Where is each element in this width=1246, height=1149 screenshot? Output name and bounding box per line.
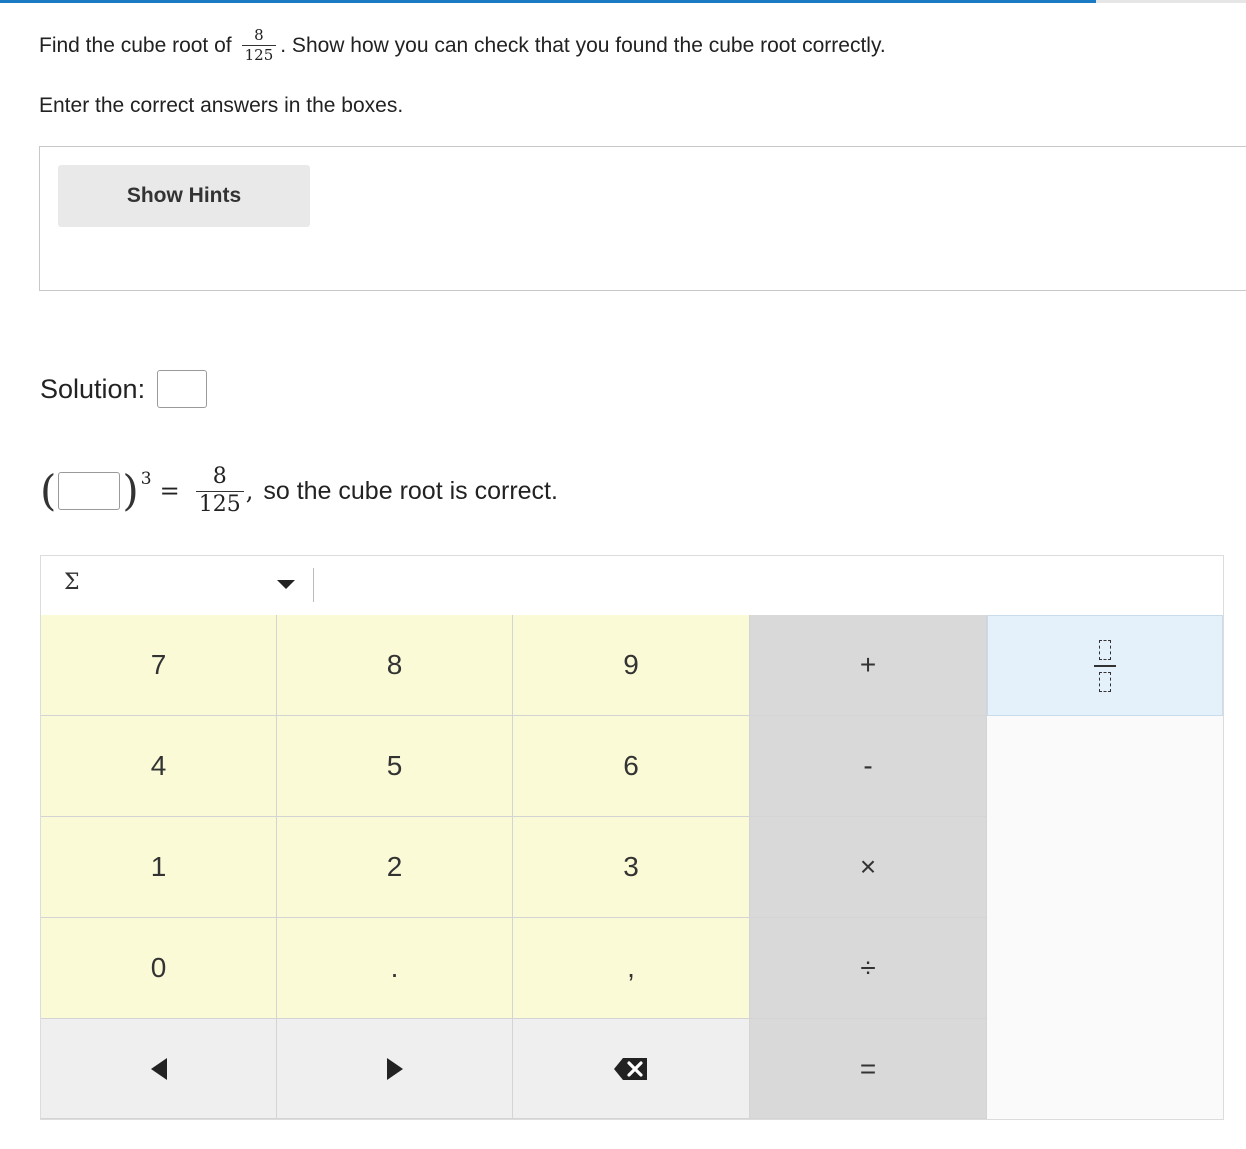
math-keypad: Σ 7 8 9 + 4 5 6 - 1 2 3 × 0 . , ÷ =: [40, 555, 1224, 1120]
solution-answer-box[interactable]: [157, 370, 208, 408]
key-divide[interactable]: ÷: [750, 918, 987, 1019]
key-times[interactable]: ×: [750, 817, 987, 918]
key-decimal[interactable]: .: [277, 918, 513, 1019]
backspace-icon: [614, 1057, 647, 1080]
arrow-right-icon: [386, 1057, 403, 1080]
key-plus[interactable]: +: [750, 615, 987, 716]
key-4[interactable]: 4: [41, 716, 277, 817]
check-comma: ,: [245, 477, 254, 505]
key-comma[interactable]: ,: [513, 918, 750, 1019]
arrow-left-icon: [150, 1057, 167, 1080]
keypad-toolbar: Σ: [41, 556, 1223, 616]
key-backspace[interactable]: [513, 1019, 750, 1119]
key-3[interactable]: 3: [513, 817, 750, 918]
key-8[interactable]: 8: [277, 615, 513, 716]
question-prefix: Find the cube root of: [39, 33, 232, 57]
chevron-down-icon[interactable]: [277, 580, 295, 589]
fraction-denominator: 125: [195, 491, 244, 516]
right-paren: ): [122, 466, 139, 515]
progress-bar: [0, 0, 1097, 3]
question-text: Find the cube root of 8 125 . Show how y…: [39, 28, 886, 63]
check-tail-text: so the cube root is correct.: [263, 476, 558, 505]
symbol-palette-button[interactable]: Σ: [64, 570, 80, 595]
show-hints-button[interactable]: Show Hints: [58, 165, 310, 227]
left-paren: (: [40, 466, 57, 515]
instructions: Enter the correct answers in the boxes.: [39, 94, 404, 117]
equals-sign: =: [159, 477, 180, 505]
key-6[interactable]: 6: [513, 716, 750, 817]
check-row: ( ) 3 = 8 125 , so the cube root is corr…: [40, 466, 558, 516]
key-fraction[interactable]: [987, 615, 1223, 716]
progress-track: [0, 0, 1246, 3]
key-9[interactable]: 9: [513, 615, 750, 716]
key-0[interactable]: 0: [41, 918, 277, 1019]
key-minus[interactable]: -: [750, 716, 987, 817]
fraction-numerator: 8: [212, 464, 227, 489]
key-equals[interactable]: =: [750, 1019, 987, 1119]
fraction-denominator: 125: [241, 45, 277, 63]
toolbar-divider: [313, 568, 314, 602]
fraction-numerator: 8: [254, 26, 264, 44]
key-cursor-right[interactable]: [277, 1019, 513, 1119]
key-5[interactable]: 5: [277, 716, 513, 817]
question-fraction: 8 125: [241, 26, 277, 63]
key-7[interactable]: 7: [41, 615, 277, 716]
solution-label: Solution:: [40, 373, 146, 404]
key-2[interactable]: 2: [277, 817, 513, 918]
solution-row: Solution:: [40, 370, 208, 408]
hint-panel: Show Hints: [39, 146, 1246, 291]
key-1[interactable]: 1: [41, 817, 277, 918]
exponent: 3: [140, 469, 152, 489]
check-answer-box[interactable]: [58, 472, 121, 510]
fraction-template-icon: [1094, 639, 1116, 692]
question-suffix: . Show how you can check that you found …: [280, 33, 886, 57]
keypad-empty-area: [987, 716, 1223, 1119]
key-cursor-left[interactable]: [41, 1019, 277, 1119]
check-fraction: 8 125: [195, 464, 244, 516]
